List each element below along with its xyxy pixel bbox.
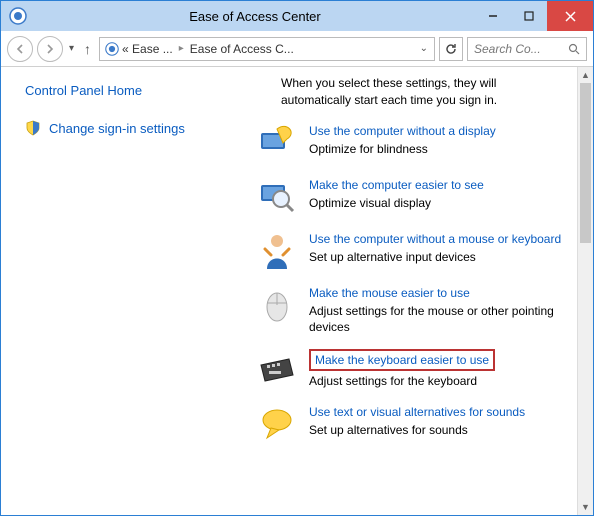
maximize-button[interactable] — [511, 1, 547, 31]
close-button[interactable] — [547, 1, 593, 31]
chevron-down-icon[interactable]: ⌄ — [418, 41, 430, 56]
minimize-button[interactable] — [475, 1, 511, 31]
link-easier-see[interactable]: Make the computer easier to see — [309, 178, 484, 192]
desc-without-mouse: Set up alternative input devices — [309, 249, 563, 265]
change-signin-settings-link[interactable]: Change sign-in settings — [25, 120, 217, 136]
option-without-display: Use the computer without a display Optim… — [257, 123, 563, 163]
link-text-visual-sounds[interactable]: Use text or visual alternatives for soun… — [309, 405, 525, 419]
history-dropdown[interactable]: ▾ — [69, 43, 74, 54]
keyboard-icon — [257, 349, 297, 389]
scroll-down-button[interactable]: ▼ — [578, 499, 593, 515]
desc-text-visual-sounds: Set up alternatives for sounds — [309, 422, 563, 438]
search-input[interactable]: Search Co... — [467, 37, 587, 61]
link-without-mouse[interactable]: Use the computer without a mouse or keyb… — [309, 232, 561, 246]
vertical-scrollbar[interactable]: ▲ ▼ — [577, 67, 593, 515]
intro-text: When you select these settings, they wil… — [257, 75, 563, 109]
link-keyboard-easier[interactable]: Make the keyboard easier to use — [309, 349, 495, 371]
titlebar: Ease of Access Center — [1, 1, 593, 31]
option-text-visual-sounds: Use text or visual alternatives for soun… — [257, 404, 563, 444]
search-icon — [568, 43, 580, 55]
mouse-icon — [257, 285, 297, 325]
desc-without-display: Optimize for blindness — [309, 141, 563, 157]
option-easier-to-see: Make the computer easier to see Optimize… — [257, 177, 563, 217]
desc-keyboard-easier: Adjust settings for the keyboard — [309, 373, 563, 389]
body: Control Panel Home Change sign-in settin… — [1, 67, 593, 515]
window-controls — [475, 1, 593, 31]
link-mouse-easier[interactable]: Make the mouse easier to use — [309, 286, 470, 300]
scroll-track[interactable] — [578, 83, 593, 499]
person-icon — [257, 231, 297, 271]
desc-easier-see: Optimize visual display — [309, 195, 563, 211]
toolbar: ▾ ↑ « Ease ... ▸ Ease of Access C... ⌄ S… — [1, 31, 593, 67]
address-bar[interactable]: « Ease ... ▸ Ease of Access C... ⌄ — [99, 37, 435, 61]
control-panel-home-link[interactable]: Control Panel Home — [25, 83, 217, 98]
search-placeholder: Search Co... — [474, 42, 541, 56]
option-keyboard-easier: Make the keyboard easier to use Adjust s… — [257, 349, 563, 389]
refresh-button[interactable] — [439, 37, 463, 61]
monitor-speech-icon — [257, 123, 297, 163]
link-without-display[interactable]: Use the computer without a display — [309, 124, 496, 138]
chevron-right-icon: ▸ — [175, 43, 188, 54]
sidebar-signin-label: Change sign-in settings — [49, 121, 185, 136]
forward-button[interactable] — [37, 36, 63, 62]
sidebar: Control Panel Home Change sign-in settin… — [1, 67, 233, 515]
breadcrumb-a[interactable]: « Ease ... — [122, 42, 173, 56]
breadcrumb-b[interactable]: Ease of Access C... — [190, 42, 294, 56]
speech-bubble-icon — [257, 404, 297, 444]
option-without-mouse-keyboard: Use the computer without a mouse or keyb… — [257, 231, 563, 271]
desc-mouse-easier: Adjust settings for the mouse or other p… — [309, 303, 563, 335]
option-mouse-easier: Make the mouse easier to use Adjust sett… — [257, 285, 563, 336]
up-button[interactable]: ↑ — [80, 41, 95, 57]
scroll-thumb[interactable] — [580, 83, 591, 243]
app-icon — [9, 7, 27, 25]
magnifier-icon — [257, 177, 297, 217]
window-title: Ease of Access Center — [35, 9, 475, 24]
main-content: When you select these settings, they wil… — [233, 67, 577, 515]
scroll-up-button[interactable]: ▲ — [578, 67, 593, 83]
back-button[interactable] — [7, 36, 33, 62]
shield-icon — [25, 120, 41, 136]
